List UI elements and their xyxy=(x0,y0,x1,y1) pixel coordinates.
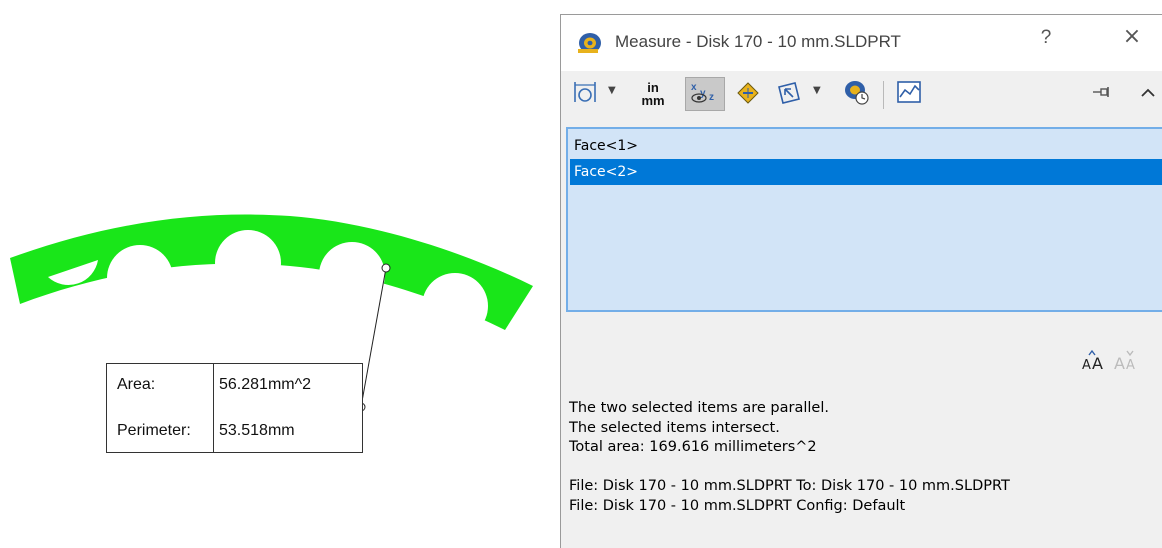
svg-text:z: z xyxy=(709,92,714,103)
svg-text:A: A xyxy=(1082,358,1091,373)
svg-text:A: A xyxy=(1092,354,1103,373)
result-line: File: Disk 170 - 10 mm.SLDPRT To: Disk 1… xyxy=(569,478,1010,494)
point-to-point-button[interactable] xyxy=(732,77,764,111)
increase-font-icon: A A xyxy=(1081,349,1107,377)
list-item-face-2[interactable]: Face<2> xyxy=(570,159,1162,185)
pin-button[interactable] xyxy=(1087,77,1117,111)
result-line xyxy=(569,458,1010,478)
point-to-point-icon xyxy=(734,79,762,109)
measure-toolbar: ▼ in mm x y z ▼ xyxy=(561,71,1162,119)
svg-text:A: A xyxy=(1114,354,1125,373)
svg-text:y: y xyxy=(700,88,706,99)
decrease-font-icon: A A xyxy=(1113,350,1139,377)
cutout-4 xyxy=(422,273,488,339)
selections-list[interactable]: Face<1> Face<2> xyxy=(566,127,1162,312)
projection-button[interactable] xyxy=(773,77,805,111)
collapse-button[interactable] xyxy=(1135,77,1161,111)
callout-divider xyxy=(213,364,214,452)
result-line: The two selected items are parallel. xyxy=(569,400,829,416)
units-bottom-label: mm xyxy=(641,93,665,108)
dialog-title: Measure - Disk 170 - 10 mm.SLDPRT xyxy=(615,32,901,51)
cutout-1 xyxy=(107,245,173,311)
svg-text:A: A xyxy=(1126,358,1135,373)
create-sensor-button[interactable] xyxy=(893,77,925,111)
list-item-label: Face<2> xyxy=(574,164,639,180)
create-sensor-icon xyxy=(895,79,923,109)
perimeter-value: 53.518mm xyxy=(219,422,295,439)
increase-font-button[interactable]: A A xyxy=(1081,349,1107,377)
graphics-viewport[interactable]: Area: 56.281mm^2 Perimeter: 53.518mm xyxy=(0,0,560,548)
measure-history-icon xyxy=(841,78,871,110)
result-line: File: Disk 170 - 10 mm.SLDPRT Config: De… xyxy=(569,497,906,514)
help-button[interactable]: ? xyxy=(1031,27,1061,49)
show-xyz-icon: x y z xyxy=(689,79,721,109)
arc-circle-measure-icon xyxy=(572,80,598,108)
area-value: 56.281mm^2 xyxy=(219,376,311,393)
part-geometry[interactable] xyxy=(0,0,560,548)
close-button[interactable]: × xyxy=(1117,24,1147,49)
area-label: Area: xyxy=(117,376,156,393)
projection-icon xyxy=(775,79,803,109)
measure-results: The two selected items are parallel. The… xyxy=(569,399,1010,516)
arc-circle-dropdown-icon[interactable]: ▼ xyxy=(608,85,616,96)
cutout-3 xyxy=(319,242,385,308)
arc-circle-button[interactable] xyxy=(571,77,599,111)
title-bar[interactable]: Measure - Disk 170 - 10 mm.SLDPRT ? × xyxy=(561,15,1162,71)
result-line: The selected items intersect. xyxy=(569,419,780,436)
list-item-label: Face<1> xyxy=(574,138,639,154)
measure-tape-icon xyxy=(575,31,603,61)
decrease-font-button[interactable]: A A xyxy=(1113,349,1139,377)
svg-text:x: x xyxy=(691,82,697,93)
measure-dialog: Measure - Disk 170 - 10 mm.SLDPRT ? × ▼ … xyxy=(560,14,1162,548)
perimeter-label: Perimeter: xyxy=(117,422,191,439)
measure-callout[interactable]: Area: 56.281mm^2 Perimeter: 53.518mm xyxy=(106,363,363,453)
show-xyz-button[interactable]: x y z xyxy=(685,77,725,111)
pin-icon xyxy=(1091,84,1113,104)
cutout-2 xyxy=(215,230,281,296)
result-line: Total area: 169.616 millimeters^2 xyxy=(569,439,817,455)
units-precision-button[interactable]: in mm xyxy=(638,77,668,111)
list-item-face-1[interactable]: Face<1> xyxy=(570,133,1162,159)
toolbar-separator xyxy=(883,81,884,109)
projection-dropdown-icon[interactable]: ▼ xyxy=(813,85,821,96)
collapse-icon xyxy=(1139,85,1157,104)
leader-anchor-top[interactable] xyxy=(381,263,391,273)
measure-history-button[interactable] xyxy=(839,77,873,111)
